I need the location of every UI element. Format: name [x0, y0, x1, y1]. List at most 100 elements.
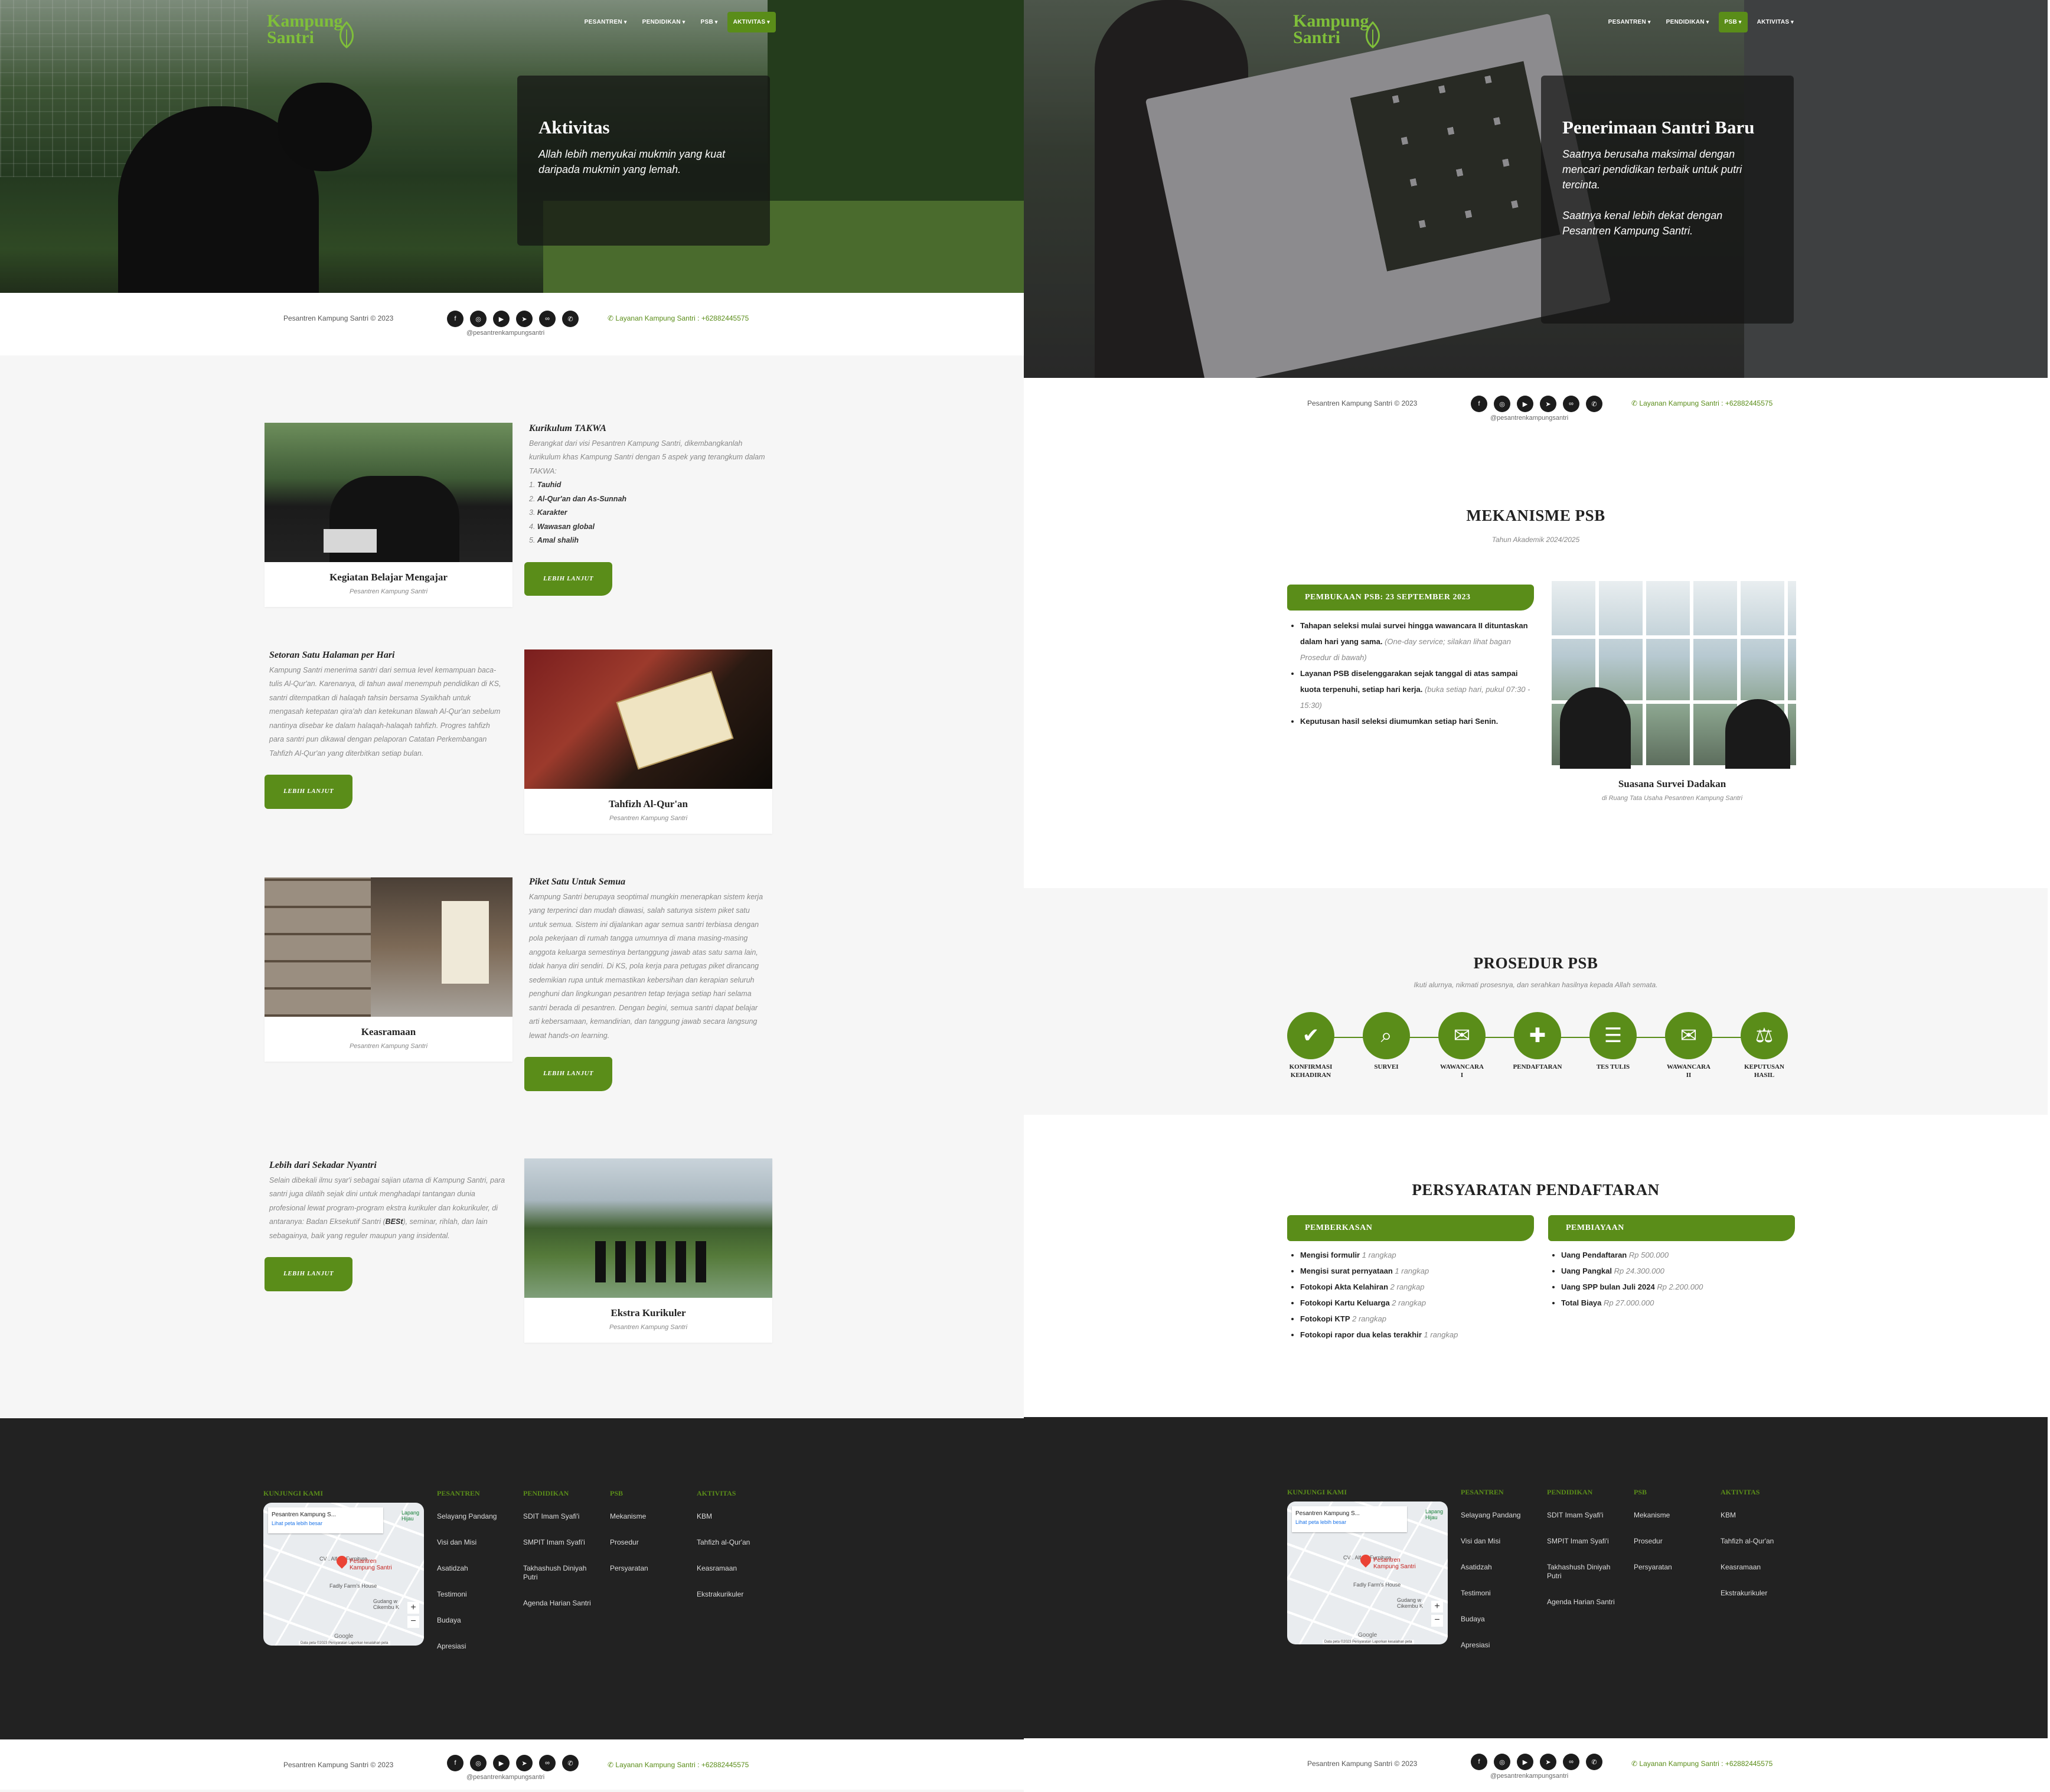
phone-contact[interactable]: ✆ Layanan Kampung Santri : +62882445575	[1631, 399, 1772, 407]
embedded-map[interactable]: Pesantren Kampung S... Lihat peta lebih …	[1287, 1502, 1448, 1644]
footer-link[interactable]: Visi dan Misi	[437, 1538, 497, 1547]
footer-link[interactable]: Prosedur	[1634, 1537, 1672, 1546]
youtube-icon[interactable]: ▶	[493, 1755, 510, 1771]
map-zoom-in[interactable]: +	[1431, 1601, 1443, 1613]
instagram-icon[interactable]: ◎	[470, 1755, 487, 1771]
psb-opening-bar: PEMBUKAAN PSB: 23 SEPTEMBER 2023	[1287, 585, 1534, 611]
main-nav: PESANTREN PENDIDIKAN PSB AKTIVITAS	[1602, 12, 1800, 32]
footer-link[interactable]: Takhashush Diniyah Putri	[523, 1564, 600, 1582]
facebook-icon[interactable]: f	[447, 311, 463, 327]
facebook-icon[interactable]: f	[447, 1755, 463, 1771]
card-subtitle: Pesantren Kampung Santri	[609, 815, 688, 822]
youtube-icon[interactable]: ▶	[1517, 1754, 1533, 1770]
footer-link[interactable]: Mekanisme	[1634, 1511, 1672, 1520]
map-zoom-out[interactable]: −	[1431, 1615, 1443, 1627]
nav-pesantren[interactable]: PESANTREN	[1602, 12, 1657, 32]
facebook-icon[interactable]: f	[1471, 1754, 1487, 1770]
more-button[interactable]: LEBIH LANJUT	[524, 562, 613, 596]
nav-aktivitas[interactable]: AKTIVITAS	[727, 12, 776, 32]
footer-link[interactable]: Prosedur	[610, 1538, 648, 1547]
telegram-icon[interactable]: ➤	[1540, 1754, 1556, 1770]
whatsapp-icon[interactable]: ✆	[562, 1755, 579, 1771]
whatsapp-icon[interactable]: ✆	[1586, 1754, 1602, 1770]
activity-card-ekskul[interactable]: Ekstra Kurikuler Pesantren Kampung Santri	[524, 1158, 772, 1343]
footer-link[interactable]: Persyaratan	[1634, 1563, 1672, 1572]
footer-link[interactable]: Agenda Harian Santri	[1547, 1598, 1624, 1607]
link-icon[interactable]: ∞	[539, 1755, 556, 1771]
footer-link[interactable]: Ekstrakurikuler	[1721, 1589, 1774, 1598]
link-icon[interactable]: ∞	[1563, 396, 1579, 412]
footer-link[interactable]: SDIT Imam Syafi'i	[523, 1512, 600, 1521]
instagram-icon[interactable]: ◎	[1494, 1754, 1510, 1770]
nav-aktivitas[interactable]: AKTIVITAS	[1751, 12, 1800, 32]
footer-link[interactable]: Mekanisme	[610, 1512, 648, 1521]
step-wawancara-2: ✉ WAWANCARA II	[1659, 1012, 1718, 1079]
activity-card-tahfizh[interactable]: Tahfizh Al-Qur'an Pesantren Kampung Santr…	[524, 649, 772, 834]
more-button[interactable]: LEBIH LANJUT	[265, 775, 353, 809]
list-item: Fotokopi rapor dua kelas terakhir 1 rang…	[1300, 1327, 1534, 1343]
footer-link[interactable]: SMPIT Imam Syafi'i	[523, 1538, 600, 1547]
pembiayaan-bar: PEMBIAYAAN	[1548, 1215, 1795, 1241]
footer-link[interactable]: Asatidzah	[1461, 1563, 1520, 1572]
footer-link[interactable]: Budaya	[1461, 1615, 1520, 1624]
facebook-icon[interactable]: f	[1471, 396, 1487, 412]
footer-link[interactable]: Testimoni	[437, 1590, 497, 1599]
instagram-icon[interactable]: ◎	[1494, 396, 1510, 412]
map-zoom-out[interactable]: −	[407, 1616, 419, 1628]
phone-contact[interactable]: ✆ Layanan Kampung Santri : +62882445575	[608, 1761, 749, 1769]
hero-title: Aktivitas	[538, 117, 610, 138]
more-button[interactable]: LEBIH LANJUT	[524, 1057, 613, 1091]
nav-pesantren[interactable]: PESANTREN	[579, 12, 633, 32]
telegram-icon[interactable]: ➤	[516, 311, 533, 327]
footer-link[interactable]: KBM	[1721, 1511, 1774, 1520]
footer-link[interactable]: Keasramaan	[697, 1564, 750, 1573]
more-button[interactable]: LEBIH LANJUT	[265, 1257, 353, 1291]
phone-contact[interactable]: ✆ Layanan Kampung Santri : +62882445575	[608, 314, 749, 322]
logo[interactable]: Kampung Santri	[1293, 12, 1388, 54]
footer-link[interactable]: Ekstrakurikuler	[697, 1590, 750, 1599]
copyright: Pesantren Kampung Santri © 2023	[1307, 1760, 1418, 1768]
footer-link[interactable]: Agenda Harian Santri	[523, 1599, 600, 1608]
photo-ekskul	[524, 1158, 772, 1298]
instagram-icon[interactable]: ◎	[470, 311, 487, 327]
map-larger-link[interactable]: Lihat peta lebih besar	[272, 1519, 380, 1527]
footer-link[interactable]: Selayang Pandang	[437, 1512, 497, 1521]
nav-psb[interactable]: PSB	[1718, 12, 1748, 32]
list-item: Fotokopi Kartu Keluarga 2 rangkap	[1300, 1295, 1534, 1311]
activity-card-kbm[interactable]: Kegiatan Belajar Mengajar Pesantren Kampu…	[265, 423, 512, 607]
footer-link[interactable]: SMPIT Imam Syafi'i	[1547, 1537, 1624, 1546]
footer-link[interactable]: Asatidzah	[437, 1564, 497, 1573]
nav-pendidikan[interactable]: PENDIDIKAN	[1660, 12, 1715, 32]
footer-link[interactable]: Budaya	[437, 1616, 497, 1625]
embedded-map[interactable]: Pesantren Kampung S... Lihat peta lebih …	[263, 1503, 424, 1646]
link-icon[interactable]: ∞	[1563, 1754, 1579, 1770]
list-item: Keputusan hasil seleksi diumumkan setiap…	[1300, 713, 1534, 729]
footer-link[interactable]: Visi dan Misi	[1461, 1537, 1520, 1546]
link-icon[interactable]: ∞	[539, 311, 556, 327]
footer-link[interactable]: Apresiasi	[437, 1642, 497, 1651]
logo[interactable]: Kampung Santri	[267, 12, 361, 54]
footer-link[interactable]: Persyaratan	[610, 1564, 648, 1573]
telegram-icon[interactable]: ➤	[516, 1755, 533, 1771]
telegram-icon[interactable]: ➤	[1540, 396, 1556, 412]
whatsapp-icon[interactable]: ✆	[1586, 396, 1602, 412]
phone-contact[interactable]: ✆ Layanan Kampung Santri : +62882445575	[1631, 1760, 1772, 1768]
footer-link[interactable]: Selayang Pandang	[1461, 1511, 1520, 1520]
footer-link[interactable]: Tahfizh al-Qur'an	[1721, 1537, 1774, 1546]
map-zoom-in[interactable]: +	[407, 1602, 419, 1614]
whatsapp-icon[interactable]: ✆	[562, 311, 579, 327]
footer-link[interactable]: Keasramaan	[1721, 1563, 1774, 1572]
activity-card-keasramaan[interactable]: Keasramaan Pesantren Kampung Santri	[265, 877, 512, 1062]
footer-link[interactable]: Takhashush Diniyah Putri	[1547, 1563, 1624, 1581]
map-larger-link[interactable]: Lihat peta lebih besar	[1295, 1518, 1403, 1526]
footer-link[interactable]: Apresiasi	[1461, 1641, 1520, 1650]
psb-page: KampungSantri PESANTREN PENDIDIKAN PSB A…	[1024, 0, 2048, 1792]
youtube-icon[interactable]: ▶	[493, 311, 510, 327]
nav-pendidikan[interactable]: PENDIDIKAN	[636, 12, 691, 32]
footer-link[interactable]: Testimoni	[1461, 1589, 1520, 1598]
youtube-icon[interactable]: ▶	[1517, 396, 1533, 412]
footer-link[interactable]: KBM	[697, 1512, 750, 1521]
nav-psb[interactable]: PSB	[695, 12, 724, 32]
footer-link[interactable]: Tahfizh al-Qur'an	[697, 1538, 750, 1547]
footer-link[interactable]: SDIT Imam Syafi'i	[1547, 1511, 1624, 1520]
